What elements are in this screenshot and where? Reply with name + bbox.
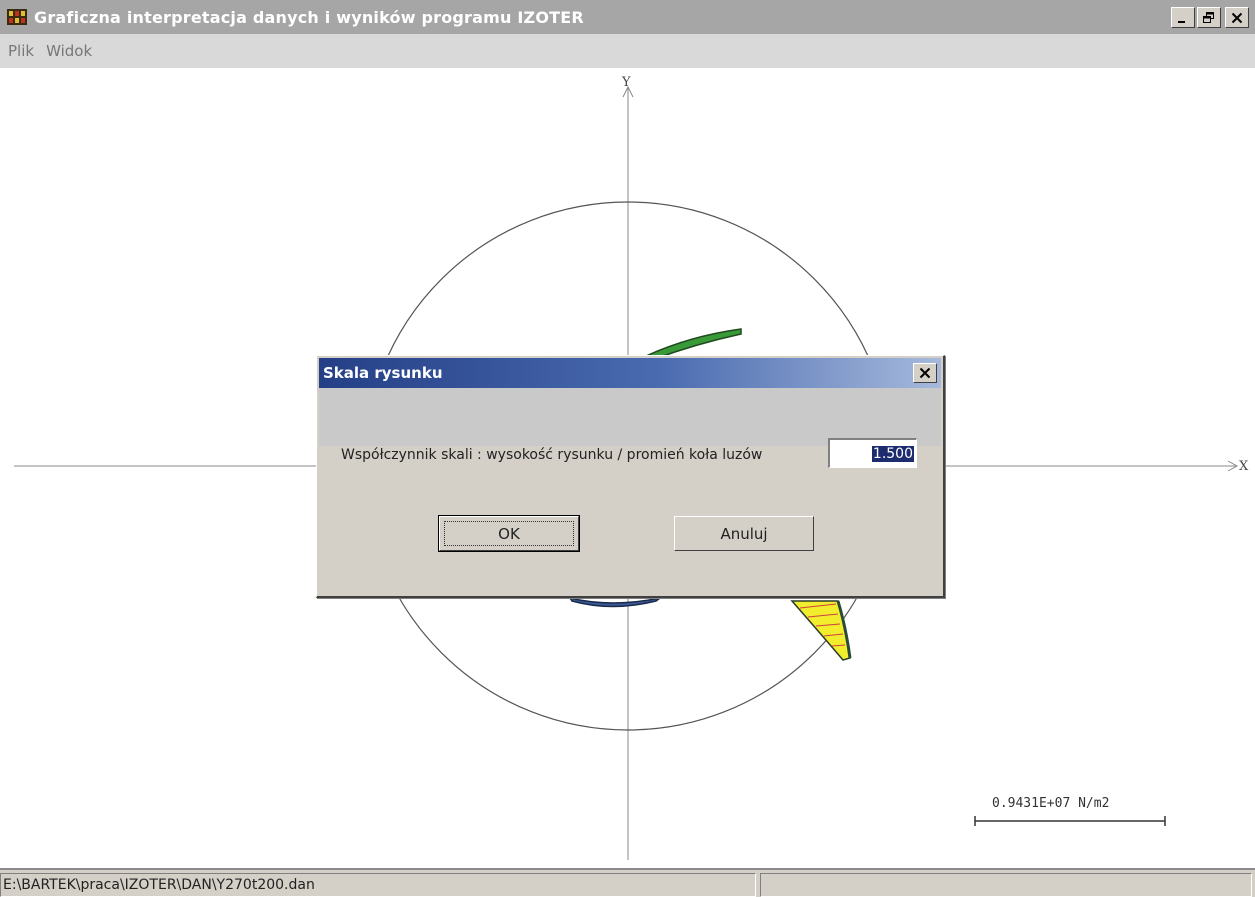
window-controls — [1171, 7, 1249, 28]
close-icon — [919, 367, 931, 379]
close-icon — [1231, 12, 1243, 23]
title-bar: Graficzna interpretacja danych i wyników… — [0, 0, 1255, 34]
dialog-title-bar[interactable]: Skala rysunku — [319, 358, 941, 388]
x-axis-label: X — [1239, 459, 1249, 474]
status-path: E:\BARTEK\praca\IZOTER\DAN\Y270t200.dan — [0, 873, 756, 897]
status-right-pane — [760, 873, 1252, 897]
restore-button[interactable] — [1197, 7, 1221, 28]
status-bar: E:\BARTEK\praca\IZOTER\DAN\Y270t200.dan — [0, 868, 1255, 897]
dialog-title: Skala rysunku — [323, 364, 443, 382]
menu-widok[interactable]: Widok — [46, 42, 92, 60]
scale-factor-label: Współczynnik skali : wysokość rysunku / … — [341, 447, 763, 463]
blue-pressure-region — [568, 596, 661, 608]
scale-bar-label: 0.9431E+07 N/m2 — [992, 796, 1110, 811]
app-icon[interactable] — [6, 6, 28, 28]
cancel-button-label: Anuluj — [720, 524, 768, 543]
minimize-button[interactable] — [1171, 7, 1195, 28]
cancel-button[interactable]: Anuluj — [674, 516, 814, 551]
ok-button[interactable]: OK — [438, 515, 580, 552]
menu-plik[interactable]: Plik — [8, 42, 34, 60]
restore-icon — [1203, 11, 1214, 23]
scale-dialog: Skala rysunku Współczynnik skali : wysok… — [316, 355, 945, 598]
dialog-close-button[interactable] — [913, 363, 937, 383]
menu-bar: Plik Widok — [0, 34, 1255, 68]
scale-factor-value: 1.500 — [871, 445, 914, 462]
window-title: Graficzna interpretacja danych i wyników… — [34, 7, 584, 27]
minimize-icon — [1178, 20, 1185, 23]
close-button[interactable] — [1225, 7, 1249, 28]
y-axis-label: Y — [622, 75, 631, 90]
scale-factor-input[interactable]: 1.500 — [828, 438, 917, 468]
ok-focus-rect — [444, 521, 574, 546]
